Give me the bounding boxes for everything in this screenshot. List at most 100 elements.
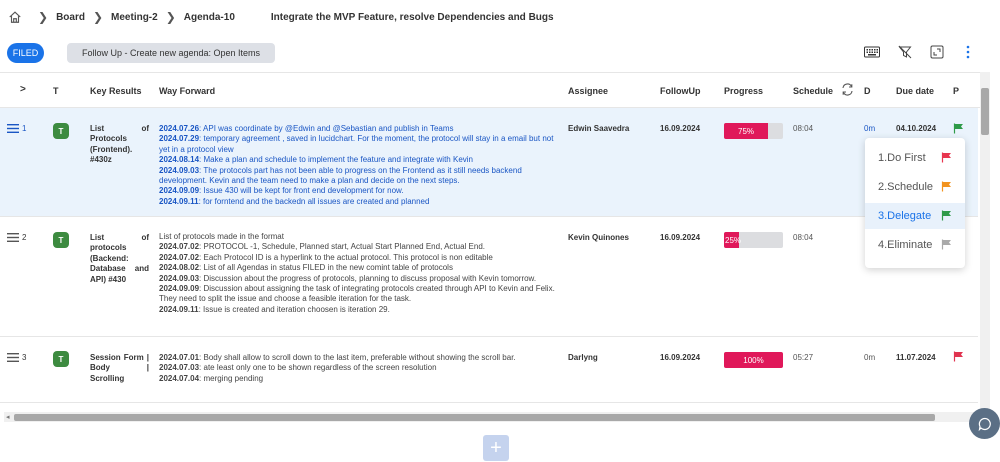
column-header-d[interactable]: D (864, 86, 871, 96)
way-forward-text[interactable]: 2024.07.26: API was coordinate by @Edwin… (159, 124, 555, 207)
scroll-left-arrow-icon[interactable]: ◂ (6, 413, 10, 421)
way-forward-line: 2024.07.26: API was coordinate by @Edwin… (159, 124, 454, 133)
way-forward-line: 2024.08.02: List of all Agendas in statu… (159, 263, 453, 273)
way-forward-line: 2024.07.03: ate least only one to be sho… (159, 363, 437, 373)
way-forward-line: 2024.07.01: Body shall allow to scroll d… (159, 353, 516, 362)
progress-label: 100% (743, 355, 764, 365)
way-forward-line: 2024.07.02: PROTOCOL -1, Schedule, Plann… (159, 242, 485, 252)
chevron-right-icon: ❯ (92, 10, 104, 24)
progress-label: 75% (738, 126, 755, 136)
key-result-text[interactable]: List of Protocols (Frontend). #430z (90, 124, 149, 166)
way-forward-text[interactable]: 2024.07.01: Body shall allow to scroll d… (159, 353, 555, 384)
schedule-time: 08:04 (793, 233, 814, 242)
filter-off-icon[interactable] (897, 44, 913, 60)
way-forward-line: 2024.09.03: The protocols part has not b… (159, 165, 522, 186)
table-header: > T Key Results Way Forward Assignee Fol… (0, 72, 990, 108)
filed-status-badge[interactable]: FILED (7, 43, 44, 63)
followup-date[interactable]: 16.09.2024 (660, 124, 700, 133)
expand-icon[interactable] (929, 44, 945, 60)
breadcrumb-agenda[interactable]: Agenda-10 (184, 12, 235, 23)
schedule-time: 08:04 (793, 124, 814, 133)
priority-option-label: 2.Schedule (878, 181, 934, 193)
drag-handle-icon[interactable] (7, 124, 19, 133)
priority-option-eliminate[interactable]: 4.Eliminate (865, 232, 965, 258)
priority-flag-icon[interactable] (953, 123, 964, 134)
type-badge[interactable]: T (53, 351, 69, 367)
row-number: 2 (22, 233, 27, 242)
table-row[interactable]: 3 T Session Form | Body | Scrolling 2024… (0, 337, 978, 403)
chat-icon (978, 417, 991, 431)
expand-all-toggle[interactable]: > (20, 84, 26, 95)
breadcrumb: ❯ Board ❯ Meeting-2 ❯ Agenda-10 Integrat… (0, 0, 1000, 34)
followup-create-agenda-button[interactable]: Follow Up - Create new agenda: Open Item… (67, 43, 275, 63)
drag-handle-icon[interactable] (7, 233, 19, 242)
way-forward-line: 2024.09.09: Issue 430 will be kept for f… (159, 186, 404, 196)
priority-option-label: 4.Eliminate (878, 239, 933, 251)
priority-flag-icon[interactable] (953, 351, 964, 362)
refresh-icon[interactable] (841, 83, 854, 98)
way-forward-line: 2024.09.11: for forntend and the backedn… (159, 196, 430, 206)
way-forward-line: 2024.09.09: Discussion about assigning t… (159, 284, 555, 304)
flag-icon (941, 181, 951, 192)
more-vertical-icon[interactable] (960, 44, 976, 60)
due-date[interactable]: 04.10.2024 (896, 124, 936, 133)
chevron-right-icon: ❯ (165, 10, 176, 24)
row-number: 3 (22, 353, 27, 362)
column-header-key-results[interactable]: Key Results (90, 86, 142, 96)
priority-option-schedule[interactable]: 2.Schedule (865, 174, 965, 200)
way-forward-line: 2024.07.29: temporary agreement , saved … (159, 134, 554, 154)
column-header-p[interactable]: P (953, 86, 959, 96)
column-header-assignee[interactable]: Assignee (568, 86, 608, 96)
column-header-progress[interactable]: Progress (724, 86, 763, 96)
way-forward-line: 2024.09.03: Discussion about the progres… (159, 273, 537, 283)
way-forward-text[interactable]: List of protocols made in the format 202… (159, 232, 555, 315)
page-title: Integrate the MVP Feature, resolve Depen… (270, 11, 554, 23)
flag-icon (941, 152, 951, 163)
way-forward-line: 2024.09.11: Issue is created and iterati… (159, 304, 390, 314)
priority-option-label: 3.Delegate (878, 210, 932, 222)
horizontal-scrollbar-thumb[interactable] (14, 414, 935, 421)
breadcrumb-meeting[interactable]: Meeting-2 (111, 12, 158, 23)
priority-menu: 1.Do First 2.Schedule 3.Delegate 4.Elimi… (865, 138, 965, 268)
way-forward-line: List of protocols made in the format (159, 232, 284, 241)
table-row[interactable]: 1 T List of Protocols (Frontend). #430z … (0, 108, 978, 217)
breadcrumb-board[interactable]: Board (56, 12, 85, 23)
column-header-t[interactable]: T (53, 86, 59, 96)
home-icon[interactable] (8, 10, 22, 24)
way-forward-line: 2024.07.02: Each Protocol ID is a hyperl… (159, 252, 493, 262)
row-number: 1 (22, 124, 27, 133)
duration-value: 0m (864, 124, 876, 133)
key-result-text[interactable]: List of protocols (Backend: Database and… (90, 233, 149, 285)
keyboard-icon[interactable] (864, 44, 880, 60)
assignee-name[interactable]: Darlyng (568, 353, 598, 362)
progress-bar[interactable]: 75% (724, 123, 783, 139)
flag-icon (941, 239, 951, 250)
type-badge[interactable]: T (53, 232, 69, 248)
flag-icon (941, 210, 951, 221)
assignee-name[interactable]: Kevin Quinones (568, 233, 629, 242)
key-result-text[interactable]: Session Form | Body | Scrolling (90, 353, 149, 384)
type-badge[interactable]: T (53, 123, 69, 139)
followup-date[interactable]: 16.09.2024 (660, 233, 700, 242)
column-header-due-date[interactable]: Due date (896, 86, 934, 96)
priority-option-do-first[interactable]: 1.Do First (865, 145, 965, 171)
duration-value: 0m (864, 353, 876, 362)
column-header-schedule[interactable]: Schedule (793, 86, 833, 96)
way-forward-line: 2024.08.14: Make a plan and schedule to … (159, 155, 473, 165)
progress-bar[interactable]: 100% (724, 352, 783, 368)
progress-bar[interactable]: 25% (724, 232, 783, 248)
drag-handle-icon[interactable] (7, 353, 19, 362)
column-header-way-forward[interactable]: Way Forward (159, 86, 215, 96)
column-header-followup[interactable]: FollowUp (660, 86, 701, 96)
priority-option-label: 1.Do First (878, 152, 926, 164)
chat-button[interactable] (969, 408, 1000, 439)
add-row-button[interactable]: + (483, 435, 509, 461)
due-date[interactable]: 11.07.2024 (896, 353, 936, 362)
assignee-name[interactable]: Edwin Saavedra (568, 124, 629, 133)
way-forward-line: 2024.07.04: merging pending (159, 373, 264, 383)
vertical-scrollbar-thumb[interactable] (981, 88, 989, 135)
followup-date[interactable]: 16.09.2024 (660, 353, 700, 362)
table-row[interactable]: 2 T List of protocols (Backend: Database… (0, 217, 978, 337)
priority-option-delegate[interactable]: 3.Delegate (865, 203, 965, 229)
chevron-right-icon: ❯ (38, 10, 49, 24)
